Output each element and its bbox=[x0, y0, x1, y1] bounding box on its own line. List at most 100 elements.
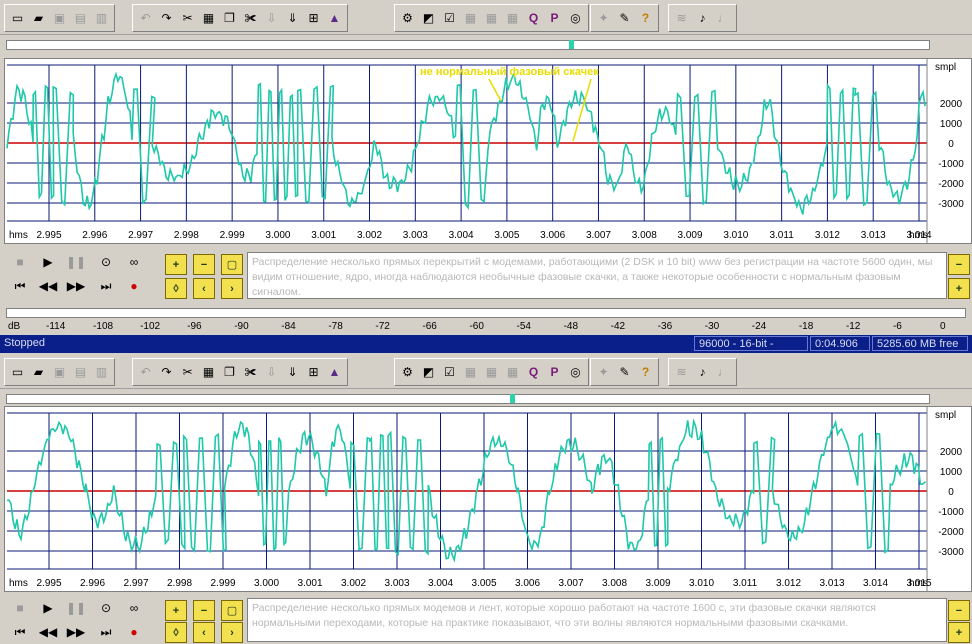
paste-icon[interactable]: ⇩ bbox=[262, 9, 281, 28]
zoom-selection-button[interactable]: ◊ bbox=[165, 278, 187, 299]
forward-button[interactable]: ▶▶ bbox=[64, 622, 88, 642]
redo-icon[interactable]: ↷ bbox=[157, 9, 176, 28]
grid-icon[interactable]: ▦ bbox=[461, 363, 480, 382]
zoom-left-button[interactable]: ‹ bbox=[193, 278, 215, 299]
trim-icon[interactable]: ⊞ bbox=[304, 363, 323, 382]
paste-new-icon[interactable]: ⇓ bbox=[283, 9, 302, 28]
pause-button[interactable]: ❚❚ bbox=[64, 598, 88, 618]
play-to-end-button[interactable]: ⊙ bbox=[94, 598, 118, 618]
check-icon[interactable]: ☑ bbox=[440, 9, 459, 28]
record-button[interactable]: ● bbox=[122, 622, 146, 642]
spectrum-icon[interactable]: ▲ bbox=[325, 363, 344, 382]
goto-start-button[interactable]: ⏮ bbox=[8, 622, 32, 642]
p-icon[interactable]: P bbox=[545, 363, 564, 382]
undo-icon[interactable]: ↶ bbox=[136, 9, 155, 28]
bottom-waveform-view[interactable]: 2000 1000 0 -1000 -2000 -3000 smpl 2.995 2.996 2.… bbox=[4, 406, 972, 592]
grid3-icon[interactable]: ▦ bbox=[503, 9, 522, 28]
wave-icon[interactable]: ≋ bbox=[672, 363, 691, 382]
check-icon[interactable]: ☑ bbox=[440, 363, 459, 382]
metronome-icon[interactable]: ♪ bbox=[693, 9, 712, 28]
save-as-icon[interactable]: ▤ bbox=[71, 363, 90, 382]
mix-icon[interactable]: ▦ bbox=[199, 9, 218, 28]
zoom-in-vertical-button[interactable]: + bbox=[948, 622, 970, 643]
goto-end-button[interactable]: ⏭ bbox=[94, 622, 118, 642]
save-all-icon[interactable]: ▥ bbox=[92, 363, 111, 382]
star-icon[interactable]: ✦ bbox=[594, 363, 613, 382]
cd-icon[interactable]: ◎ bbox=[566, 363, 585, 382]
stop-button[interactable]: ■ bbox=[8, 598, 32, 618]
zoom-full-button[interactable]: ▢ bbox=[221, 254, 243, 275]
play-button[interactable]: ▶ bbox=[36, 598, 60, 618]
scissors-icon[interactable]: ✀ bbox=[241, 9, 260, 28]
stop-button[interactable]: ■ bbox=[8, 252, 32, 272]
metronome-icon[interactable]: ♪ bbox=[693, 363, 712, 382]
cd-icon[interactable]: ◎ bbox=[566, 9, 585, 28]
paste-icon[interactable]: ⇩ bbox=[262, 363, 281, 382]
zoom-right-button[interactable]: › bbox=[221, 278, 243, 299]
tools-icon[interactable]: ⚙ bbox=[398, 9, 417, 28]
zoom-out-vertical-button[interactable]: − bbox=[948, 254, 970, 275]
redo-icon[interactable]: ↷ bbox=[157, 363, 176, 382]
rewind-button[interactable]: ◀◀ bbox=[36, 276, 60, 296]
grid2-icon[interactable]: ▦ bbox=[482, 363, 501, 382]
help-icon[interactable]: ? bbox=[636, 9, 655, 28]
q-icon[interactable]: Q bbox=[524, 363, 543, 382]
new-icon[interactable]: ▭ bbox=[8, 363, 27, 382]
top-overview-cursor[interactable] bbox=[569, 40, 574, 49]
loop-button[interactable]: ∞ bbox=[122, 252, 146, 272]
top-waveform-view[interactable]: 2000 1000 0 -1000 -2000 -3000 smpl 2.995 2.996 2.… bbox=[4, 58, 972, 244]
bottom-overview-bar[interactable] bbox=[6, 394, 930, 404]
new-icon[interactable]: ▭ bbox=[8, 9, 27, 28]
copy-icon[interactable]: ❐ bbox=[220, 9, 239, 28]
pause-button[interactable]: ❚❚ bbox=[64, 252, 88, 272]
q-icon[interactable]: Q bbox=[524, 9, 543, 28]
zoom-left-button[interactable]: ‹ bbox=[193, 622, 215, 643]
forward-button[interactable]: ▶▶ bbox=[64, 276, 88, 296]
loop-button[interactable]: ∞ bbox=[122, 598, 146, 618]
p-icon[interactable]: P bbox=[545, 9, 564, 28]
zoom-out-horizontal-button[interactable]: − bbox=[193, 600, 215, 621]
save-icon[interactable]: ▣ bbox=[50, 9, 69, 28]
bottom-waveform[interactable]: 2000 1000 0 -1000 -2000 -3000 smpl 2.995 2.996 2.… bbox=[5, 407, 971, 591]
open-icon[interactable]: ▰ bbox=[29, 9, 48, 28]
rewind-button[interactable]: ◀◀ bbox=[36, 622, 60, 642]
marker-icon[interactable]: ◩ bbox=[419, 9, 438, 28]
zoom-full-button[interactable]: ▢ bbox=[221, 600, 243, 621]
paste-new-icon[interactable]: ⇓ bbox=[283, 363, 302, 382]
copy-icon[interactable]: ❐ bbox=[220, 363, 239, 382]
note-icon[interactable]: ♩ bbox=[714, 363, 733, 382]
play-button[interactable]: ▶ bbox=[36, 252, 60, 272]
save-icon[interactable]: ▣ bbox=[50, 363, 69, 382]
wizard-icon[interactable]: ✎ bbox=[615, 363, 634, 382]
zoom-in-horizontal-button[interactable]: + bbox=[165, 600, 187, 621]
save-all-icon[interactable]: ▥ bbox=[92, 9, 111, 28]
zoom-in-vertical-button[interactable]: + bbox=[948, 278, 970, 299]
undo-icon[interactable]: ↶ bbox=[136, 363, 155, 382]
help-icon[interactable]: ? bbox=[636, 363, 655, 382]
grid2-icon[interactable]: ▦ bbox=[482, 9, 501, 28]
cut-icon[interactable]: ✂ bbox=[178, 363, 197, 382]
note-icon[interactable]: ♩ bbox=[714, 9, 733, 28]
wave-icon[interactable]: ≋ bbox=[672, 9, 691, 28]
grid3-icon[interactable]: ▦ bbox=[503, 363, 522, 382]
zoom-out-horizontal-button[interactable]: − bbox=[193, 254, 215, 275]
bottom-overview-cursor[interactable] bbox=[510, 394, 515, 403]
goto-start-button[interactable]: ⏮ bbox=[8, 276, 32, 296]
zoom-out-vertical-button[interactable]: − bbox=[948, 600, 970, 621]
record-button[interactable]: ● bbox=[122, 276, 146, 296]
goto-end-button[interactable]: ⏭ bbox=[94, 276, 118, 296]
zoom-selection-button[interactable]: ◊ bbox=[165, 622, 187, 643]
tools-icon[interactable]: ⚙ bbox=[398, 363, 417, 382]
top-waveform[interactable]: 2000 1000 0 -1000 -2000 -3000 smpl 2.995 2.996 2.… bbox=[5, 59, 971, 243]
marker-icon[interactable]: ◩ bbox=[419, 363, 438, 382]
star-icon[interactable]: ✦ bbox=[594, 9, 613, 28]
trim-icon[interactable]: ⊞ bbox=[304, 9, 323, 28]
zoom-right-button[interactable]: › bbox=[221, 622, 243, 643]
grid-icon[interactable]: ▦ bbox=[461, 9, 480, 28]
wizard-icon[interactable]: ✎ bbox=[615, 9, 634, 28]
scissors-icon[interactable]: ✀ bbox=[241, 363, 260, 382]
play-to-end-button[interactable]: ⊙ bbox=[94, 252, 118, 272]
zoom-in-horizontal-button[interactable]: + bbox=[165, 254, 187, 275]
cut-icon[interactable]: ✂ bbox=[178, 9, 197, 28]
spectrum-icon[interactable]: ▲ bbox=[325, 9, 344, 28]
